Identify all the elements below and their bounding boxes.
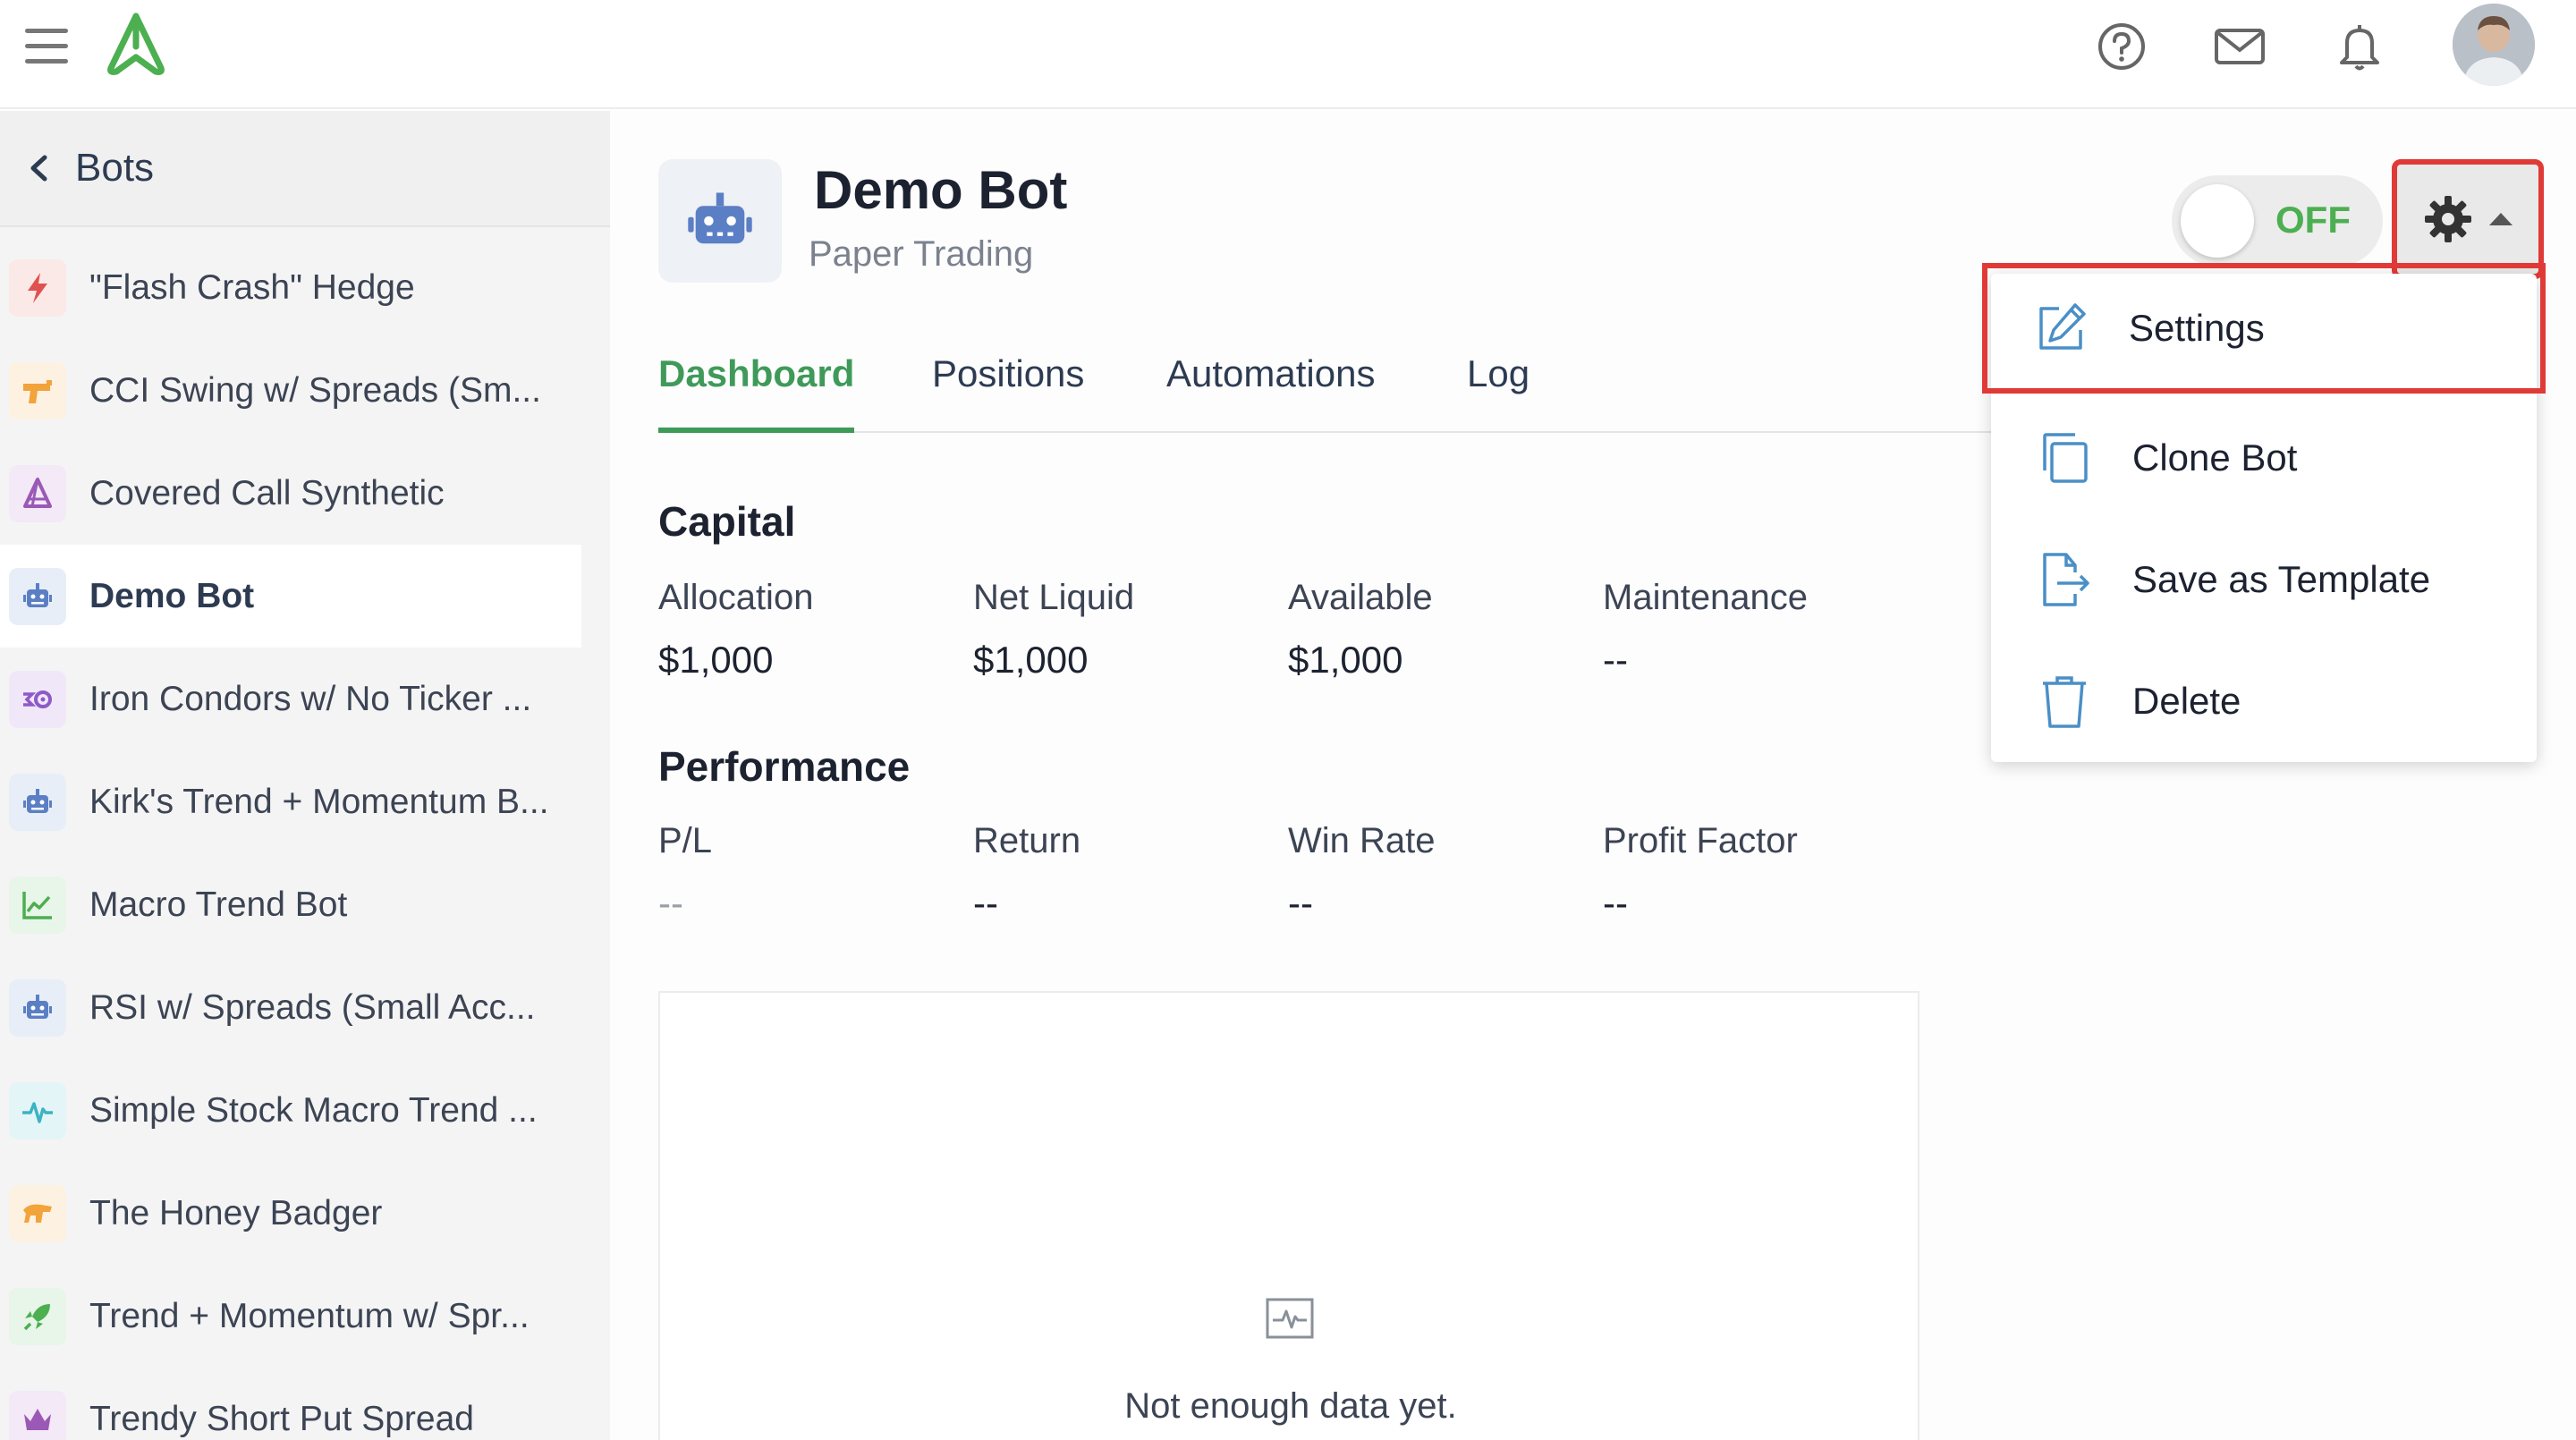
metric-label: P/L	[658, 821, 713, 860]
menu-item-label: Settings	[2129, 307, 2265, 349]
settings-dropdown: Settings Clone Bot Save as Template Dele…	[1982, 263, 2546, 762]
sidebar-title: Bots	[75, 146, 155, 190]
rocket-icon	[9, 1287, 66, 1345]
chevron-left-icon	[30, 155, 47, 182]
tab-positions[interactable]: Positions	[932, 352, 1084, 433]
sidebar-item-label: CCI Swing w/ Spreads (Sm...	[89, 370, 541, 410]
sidebar-item-label: Kirk's Trend + Momentum B...	[89, 782, 549, 821]
profit-factor-value: --	[1603, 882, 1628, 924]
sidebar-item-label: Iron Condors w/ No Ticker ...	[89, 679, 532, 718]
toggle-label: OFF	[2275, 199, 2351, 241]
menu-item-label: Save as Template	[2132, 558, 2431, 600]
chart-line-icon	[9, 876, 66, 934]
metric-label: Profit Factor	[1603, 821, 1798, 860]
back-to-bots[interactable]: Bots	[0, 111, 610, 227]
sidebar-item-flash-crash-hedge[interactable]: "Flash Crash" Hedge	[0, 236, 581, 339]
robot-icon	[658, 159, 782, 283]
tab-automations[interactable]: Automations	[1166, 352, 1375, 433]
capital-title: Capital	[658, 498, 796, 545]
robot-icon	[9, 567, 66, 625]
sidebar-item-cci-swing[interactable]: CCI Swing w/ Spreads (Sm...	[0, 339, 581, 442]
edit-icon	[2039, 303, 2086, 350]
mail-icon[interactable]	[2211, 18, 2268, 75]
sidebar: Bots "Flash Crash" Hedge CCI Swing w/ Sp…	[0, 111, 610, 1440]
copy-icon	[2043, 433, 2088, 483]
robot-icon	[9, 978, 66, 1037]
menu-icon[interactable]	[25, 27, 68, 66]
metric-label: Win Rate	[1288, 821, 1436, 860]
metric-label: Available	[1288, 578, 1433, 617]
metric-label: Allocation	[658, 578, 814, 617]
sidebar-item-label: Simple Stock Macro Trend ...	[89, 1090, 538, 1130]
sidebar-item-honey-badger[interactable]: The Honey Badger	[0, 1162, 581, 1265]
allocation-value: $1,000	[658, 639, 774, 681]
menu-item-label: Clone Bot	[2132, 436, 2298, 479]
save-as-template-menu-item[interactable]: Save as Template	[1991, 519, 2537, 640]
pulse-icon	[9, 1081, 66, 1139]
bolt-icon	[9, 258, 66, 317]
delete-menu-item[interactable]: Delete	[1991, 640, 2537, 762]
logo[interactable]	[100, 11, 172, 77]
sidebar-item-label: Trend + Momentum w/ Spr...	[89, 1296, 530, 1335]
sidebar-item-label: RSI w/ Spreads (Small Acc...	[89, 987, 536, 1027]
help-icon[interactable]	[2093, 18, 2150, 75]
pl-value: --	[658, 882, 683, 924]
menu-item-label: Delete	[2132, 680, 2241, 722]
sidebar-item-macro-trend-bot[interactable]: Macro Trend Bot	[0, 853, 581, 956]
bot-mode: Paper Trading	[809, 234, 1034, 274]
pistol-icon	[9, 361, 66, 419]
sidebar-item-covered-call-synthetic[interactable]: Covered Call Synthetic	[0, 442, 581, 545]
tab-log[interactable]: Log	[1467, 352, 1530, 433]
bot-toggle[interactable]: OFF	[2172, 175, 2383, 267]
chart-empty-icon	[1266, 1298, 1314, 1339]
metric-label: Maintenance	[1603, 578, 1809, 617]
available-value: $1,000	[1288, 639, 1403, 681]
chart-empty-text: Not enough data yet.	[1124, 1386, 1457, 1426]
trash-icon	[2043, 676, 2086, 728]
return-value: --	[973, 882, 998, 924]
caret-up-icon	[2489, 213, 2512, 225]
sidebar-item-simple-stock-macro[interactable]: Simple Stock Macro Trend ...	[0, 1059, 581, 1162]
crown-icon	[9, 1390, 66, 1440]
pyramid-icon	[9, 464, 66, 522]
sidebar-item-label: Trendy Short Put Spread	[89, 1399, 474, 1438]
sidebar-item-label: "Flash Crash" Hedge	[89, 267, 415, 307]
robot-icon	[9, 773, 66, 831]
settings-menu-button[interactable]	[2392, 159, 2544, 279]
clone-bot-menu-item[interactable]: Clone Bot	[1991, 397, 2537, 519]
page-title: Demo Bot	[814, 160, 1068, 220]
gear-icon	[2425, 196, 2471, 242]
sidebar-item-iron-condors[interactable]: Iron Condors w/ No Ticker ...	[0, 648, 581, 750]
metric-label: Net Liquid	[973, 578, 1135, 617]
sidebar-item-label: Demo Bot	[89, 576, 255, 615]
sidebar-item-label: Macro Trend Bot	[89, 885, 348, 924]
net-liquid-value: $1,000	[973, 639, 1089, 681]
badger-icon	[9, 1184, 66, 1242]
tab-dashboard[interactable]: Dashboard	[658, 352, 855, 433]
toggle-knob	[2181, 184, 2254, 258]
tab-bar: Dashboard Positions Automations Log	[658, 342, 2089, 433]
sidebar-item-rsi-spreads[interactable]: RSI w/ Spreads (Small Acc...	[0, 956, 581, 1059]
sidebar-item-trend-momentum[interactable]: Trend + Momentum w/ Spr...	[0, 1265, 581, 1368]
avatar[interactable]	[2453, 4, 2535, 86]
performance-title: Performance	[658, 743, 911, 790]
maintenance-value: --	[1603, 639, 1628, 681]
settings-menu-item[interactable]: Settings	[1982, 263, 2546, 394]
bot-list: "Flash Crash" Hedge CCI Swing w/ Spreads…	[0, 236, 581, 1440]
sidebar-item-trendy-short-put[interactable]: Trendy Short Put Spread	[0, 1368, 581, 1440]
performance-chart: Not enough data yet.	[658, 991, 1919, 1440]
export-file-icon	[2043, 553, 2089, 606]
sidebar-item-label: Covered Call Synthetic	[89, 473, 445, 512]
top-bar	[0, 0, 2576, 109]
sidebar-item-label: The Honey Badger	[89, 1193, 383, 1232]
sidebar-item-kirks-trend[interactable]: Kirk's Trend + Momentum B...	[0, 750, 581, 853]
win-rate-value: --	[1288, 882, 1313, 924]
condor-icon	[9, 670, 66, 728]
bell-icon[interactable]	[2331, 18, 2388, 75]
metric-label: Return	[973, 821, 1081, 860]
sidebar-item-demo-bot[interactable]: Demo Bot	[0, 545, 581, 648]
